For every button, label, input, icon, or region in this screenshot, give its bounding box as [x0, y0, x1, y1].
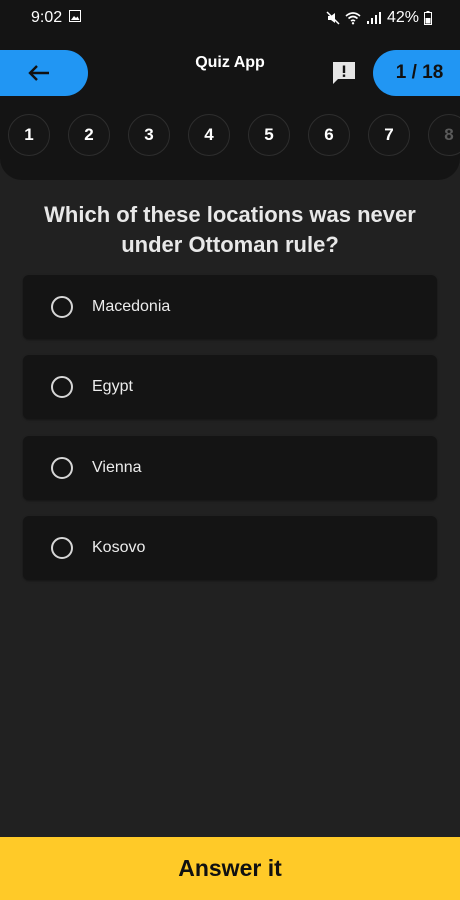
option-label: Vienna: [92, 459, 142, 476]
status-icons: 42%: [326, 9, 432, 27]
question-nav-item[interactable]: 8: [428, 114, 460, 156]
report-icon[interactable]: [331, 60, 357, 86]
mute-icon: [326, 11, 340, 25]
answer-button[interactable]: Answer it: [0, 837, 460, 900]
question-counter: 1 / 18: [373, 50, 460, 96]
header: Quiz App 1 / 18 1 2 3 4 5 6 7 8: [0, 36, 460, 180]
radio-button[interactable]: [51, 376, 73, 398]
answer-option[interactable]: Macedonia: [23, 275, 437, 339]
status-bar: 9:02 42%: [0, 0, 460, 36]
option-label: Egypt: [92, 378, 133, 395]
battery-icon: [424, 11, 432, 25]
option-label: Macedonia: [92, 298, 171, 315]
question-nav-item[interactable]: 6: [308, 114, 350, 156]
answer-option[interactable]: Egypt: [23, 355, 437, 419]
question-nav-item[interactable]: 2: [68, 114, 110, 156]
radio-button[interactable]: [51, 537, 73, 559]
question-nav-item[interactable]: 3: [128, 114, 170, 156]
question-nav-item[interactable]: 1: [8, 114, 50, 156]
signal-icon: [366, 12, 381, 24]
option-label: Kosovo: [92, 539, 146, 556]
radio-button[interactable]: [51, 457, 73, 479]
image-icon: [69, 10, 81, 22]
question-text: Which of these locations was never under…: [44, 202, 416, 257]
quiz-screen: 9:02 42% Quiz App 1 / 18 1 2 3 4 5 6 7 8…: [0, 0, 460, 900]
radio-button[interactable]: [51, 296, 73, 318]
status-time: 9:02: [31, 9, 63, 26]
answer-option[interactable]: Vienna: [23, 436, 437, 500]
answer-option[interactable]: Kosovo: [23, 516, 437, 580]
battery-percent: 42%: [386, 9, 419, 26]
question-nav-item[interactable]: 7: [368, 114, 410, 156]
question-nav-item[interactable]: 4: [188, 114, 230, 156]
question-nav-item[interactable]: 5: [248, 114, 290, 156]
question-nav: 1 2 3 4 5 6 7 8: [0, 114, 460, 160]
wifi-icon: [345, 12, 361, 25]
